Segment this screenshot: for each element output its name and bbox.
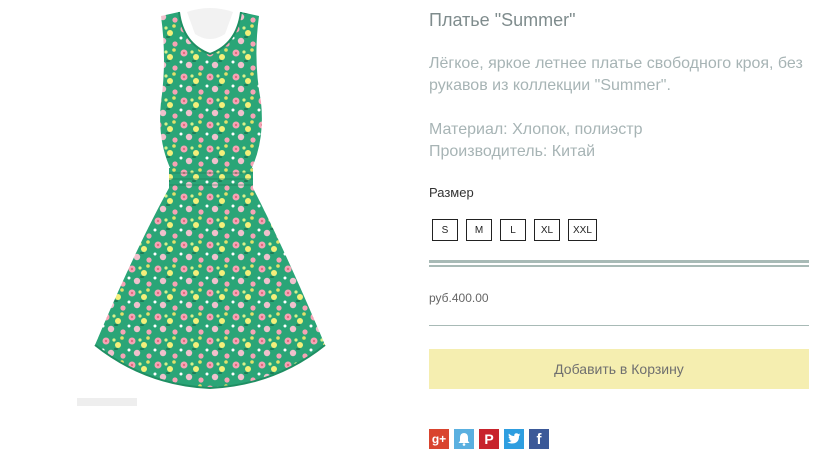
alert-bell-icon[interactable] (454, 429, 474, 449)
product-description: Лёгкое, яркое летнее платье свободного к… (429, 55, 803, 94)
facebook-icon[interactable]: f (529, 429, 549, 449)
pinterest-glyph: P (484, 431, 494, 447)
twitter-icon[interactable] (504, 429, 524, 449)
share-buttons: g+ P f (429, 429, 549, 449)
facebook-glyph: f (536, 430, 542, 448)
product-image (75, 0, 345, 410)
product-title: Платье "Summer" (429, 10, 576, 30)
material-text: Материал: Хлопок, полиэстр (429, 121, 643, 138)
size-options: S M L XL XXL (432, 219, 597, 241)
size-label: Размер (429, 185, 474, 200)
add-to-cart-button[interactable]: Добавить в Корзину (429, 349, 809, 389)
size-option-xl[interactable]: XL (534, 219, 560, 241)
size-option-xxl[interactable]: XXL (568, 219, 597, 241)
google-plus-icon[interactable]: g+ (429, 429, 449, 449)
divider (429, 325, 809, 326)
size-option-m[interactable]: M (466, 219, 492, 241)
size-option-s[interactable]: S (432, 219, 458, 241)
manufacturer-text: Производитель: Китай (429, 143, 596, 160)
pinterest-icon[interactable]: P (479, 429, 499, 449)
product-price: руб.400.00 (429, 291, 489, 305)
size-option-l[interactable]: L (500, 219, 526, 241)
product-specs: Материал: Хлопок, полиэстр Производитель… (429, 119, 642, 163)
google-plus-glyph: g+ (431, 432, 447, 446)
divider (429, 260, 809, 267)
